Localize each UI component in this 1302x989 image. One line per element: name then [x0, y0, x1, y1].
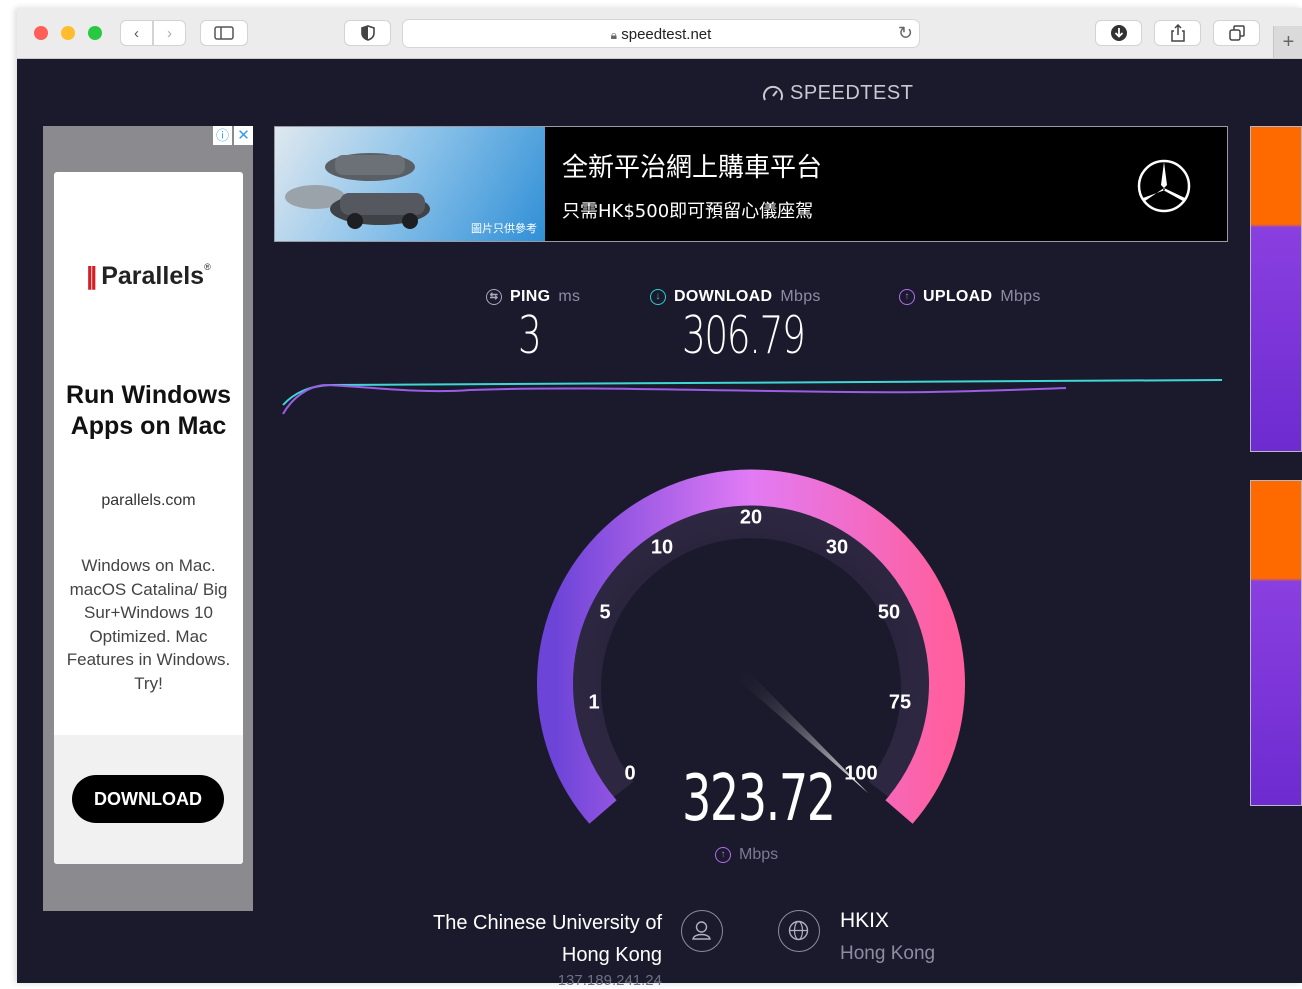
gauge-unit-label: Mbps: [739, 846, 779, 863]
upload-arrow-icon: ↑: [715, 847, 731, 863]
gauge-tick-50: 50: [877, 601, 901, 624]
isp-ip: 137.189.241.24: [557, 972, 662, 989]
gauge-unit: ↑ Mbps: [715, 846, 778, 864]
speed-gauge: [537, 469, 965, 824]
gauge-tick-30: 30: [825, 536, 849, 559]
gauge-tick-20: 20: [739, 506, 763, 529]
gauge-tick-10: 10: [650, 536, 674, 559]
isp-name: The Chinese University of Hong Kong: [433, 912, 662, 966]
gauge-tick-100: 100: [844, 762, 878, 785]
user-icon: [681, 910, 723, 952]
gauge-tick-75: 75: [888, 691, 912, 714]
gauge-tick-0: 0: [624, 762, 636, 785]
gauge-tick-5: 5: [599, 601, 611, 624]
gauge-speed-value: 323.72: [682, 762, 836, 836]
server-location: Hong Kong: [840, 943, 936, 964]
server-name[interactable]: HKIX: [840, 909, 889, 933]
gauge-tick-1: 1: [588, 691, 600, 714]
globe-icon: [778, 910, 820, 952]
